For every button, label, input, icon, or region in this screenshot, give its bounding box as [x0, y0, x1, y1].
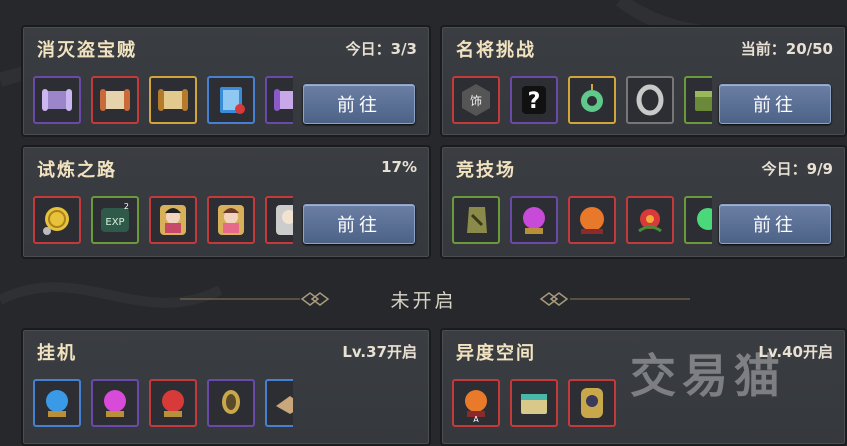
gold-coin-icon[interactable]: [33, 196, 81, 244]
daily-count: 今日：3/3: [345, 40, 417, 58]
purple-orb-icon[interactable]: [91, 379, 139, 427]
svg-text:2: 2: [124, 202, 129, 211]
mystery-item-icon[interactable]: ?: [510, 76, 558, 124]
exp-book-icon[interactable]: EXP 2: [91, 196, 139, 244]
panel-title: 异度空间: [456, 343, 536, 364]
reward-row: EXP 2: [33, 196, 293, 248]
accessory-seal-icon[interactable]: 饰: [452, 76, 500, 124]
chest-icon[interactable]: [684, 76, 712, 124]
treasure-chest-icon[interactable]: [510, 379, 558, 427]
book-icon[interactable]: [207, 76, 255, 124]
panel-idle: 挂机 Lv.37开启: [21, 328, 431, 446]
svg-text:EXP: EXP: [105, 217, 124, 228]
red-flower-icon[interactable]: [626, 196, 674, 244]
panel-title: 试炼之路: [37, 160, 117, 181]
panel-title: 挂机: [37, 343, 77, 364]
reward-row: 饰 ?: [452, 76, 712, 128]
progress-percent: 17%: [381, 158, 417, 176]
panel-general-challenge: 名将挑战 当前：20/50 饰 ? 前往: [440, 25, 847, 137]
reward-row: [33, 379, 293, 431]
red-orb-icon[interactable]: A: [452, 379, 500, 427]
reward-row: [452, 196, 712, 248]
green-orb-icon[interactable]: [684, 196, 712, 244]
go-button[interactable]: 前往: [303, 204, 415, 244]
go-button[interactable]: 前往: [303, 84, 415, 124]
scroll-icon[interactable]: [149, 76, 197, 124]
purple-orb-icon[interactable]: [510, 196, 558, 244]
daily-count: 今日：9/9: [761, 160, 833, 178]
red-orb-icon[interactable]: [568, 196, 616, 244]
chest-icon[interactable]: [265, 379, 293, 427]
panel-title: 竞技场: [456, 160, 516, 181]
hero-portrait-icon[interactable]: [265, 196, 293, 244]
locked-section-label: 未开启: [390, 290, 457, 312]
mirror-icon[interactable]: [207, 379, 255, 427]
reward-row: [33, 76, 293, 128]
jade-amulet-icon[interactable]: [568, 76, 616, 124]
unlock-level: Lv.37开启: [342, 343, 417, 361]
hero-portrait-icon[interactable]: [149, 196, 197, 244]
portrait-frame-icon[interactable]: [568, 379, 616, 427]
svg-text:?: ?: [528, 89, 541, 114]
panel-trial-road: 试炼之路 17% EXP 2 前往: [21, 145, 431, 259]
scroll-icon[interactable]: [265, 76, 293, 124]
panel-title: 名将挑战: [456, 40, 536, 61]
svg-text:饰: 饰: [470, 94, 482, 108]
section-divider: 未开启: [0, 286, 847, 314]
hero-portrait-icon[interactable]: [207, 196, 255, 244]
watermark: 交易猫: [630, 349, 786, 403]
panel-title: 消灭盗宝贼: [37, 40, 137, 61]
current-progress: 当前：20/50: [740, 40, 833, 58]
blue-orb-icon[interactable]: [33, 379, 81, 427]
go-button[interactable]: 前往: [719, 204, 831, 244]
go-button[interactable]: 前往: [719, 84, 831, 124]
panel-eliminate-thieves: 消灭盗宝贼 今日：3/3 前往: [21, 25, 431, 137]
ring-icon[interactable]: [626, 76, 674, 124]
panel-arena: 竞技场 今日：9/9 前往: [440, 145, 847, 259]
token-icon[interactable]: [452, 196, 500, 244]
red-orb-icon[interactable]: [149, 379, 197, 427]
svg-text:A: A: [473, 415, 479, 422]
scroll-icon[interactable]: [91, 76, 139, 124]
scroll-icon[interactable]: [33, 76, 81, 124]
